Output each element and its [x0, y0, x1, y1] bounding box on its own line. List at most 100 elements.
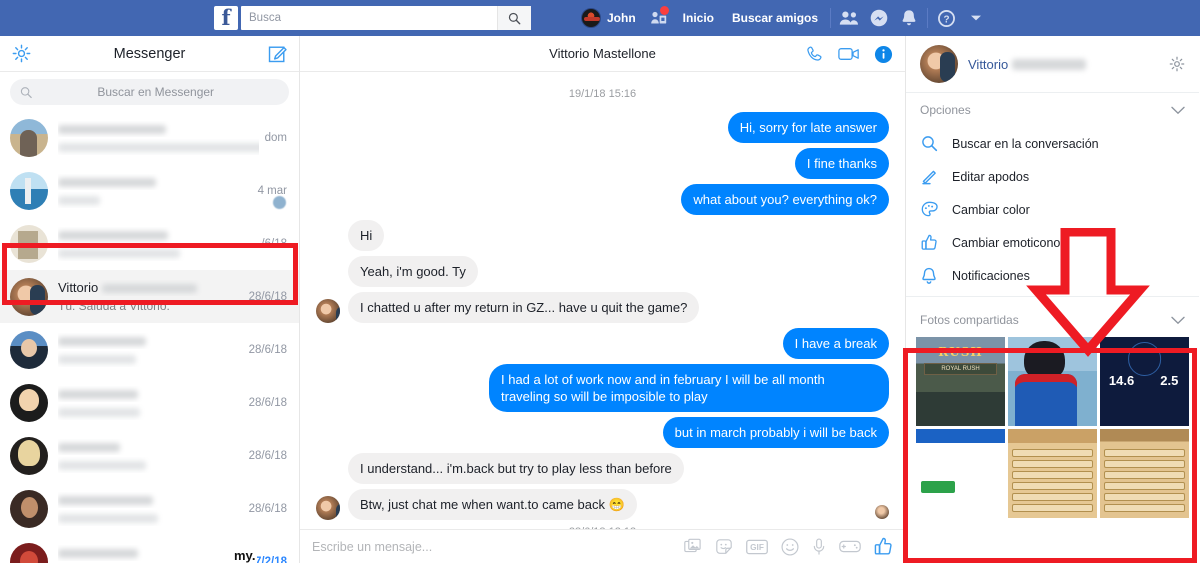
message-row: I fine thanks	[316, 148, 889, 179]
conversation-list-item[interactable]: /6/18	[0, 217, 299, 270]
conversation-name: Vittorio	[58, 280, 243, 296]
message-bubble-outgoing[interactable]: I have a break	[782, 328, 889, 359]
message-bubble-outgoing[interactable]: but in march probably i will be back	[662, 417, 889, 448]
search-input[interactable]	[32, 85, 279, 99]
redacted-name	[58, 177, 156, 187]
message-thread[interactable]: 19/1/18 15:16 Hi, sorry for late answer I …	[300, 72, 905, 529]
conversation-text	[58, 492, 243, 526]
messenger-icon[interactable]	[864, 4, 894, 32]
option-item[interactable]: Cambiar emoticono	[906, 226, 1199, 259]
shared-photos-header[interactable]: Fotos compartidas	[906, 303, 1199, 337]
facebook-search-input[interactable]	[249, 8, 499, 28]
contact-profile-row[interactable]: Vittorio	[906, 36, 1199, 93]
chevron-down-icon[interactable]	[1171, 106, 1185, 115]
sidebar-header: Messenger	[0, 36, 299, 72]
message-bubble-incoming[interactable]: Yeah, i'm good. Ty	[348, 256, 478, 287]
message-row: I had a lot of work now and in february …	[316, 364, 889, 412]
option-item[interactable]: Editar apodos	[906, 160, 1199, 193]
message-bubble-outgoing[interactable]: I fine thanks	[794, 148, 889, 179]
nav-profile-link[interactable]: John	[573, 4, 644, 32]
conversation-list-item[interactable]: Vittorio Tú: Saluda a Vittorio. 28/6/18	[0, 270, 299, 323]
page-title: Messenger	[113, 45, 186, 62]
avatar	[10, 118, 48, 157]
search-icon[interactable]	[497, 6, 531, 30]
message-bubble-outgoing[interactable]: what about you? everything ok?	[681, 184, 889, 215]
nav-link-inicio[interactable]: Inicio	[674, 4, 723, 32]
message-input[interactable]	[312, 539, 674, 554]
nav-divider-2	[927, 8, 929, 28]
game-list-screenshot-1[interactable]	[1008, 429, 1097, 518]
shared-photos-grid[interactable]	[906, 337, 1199, 518]
photo-icon[interactable]	[684, 538, 702, 555]
message-bubble-incoming[interactable]: Btw, just chat me when want.to came back…	[348, 489, 637, 520]
chat-panel: Vittorio Mastellone 19/1/18 15:16 Hi, sor…	[300, 36, 906, 563]
message-bubble-outgoing[interactable]: I had a lot of work now and in february …	[489, 364, 889, 412]
conversation-info-icon[interactable]	[874, 45, 893, 64]
compose-icon[interactable]	[268, 44, 287, 63]
message-bubble-outgoing[interactable]: Hi, sorry for late answer	[727, 112, 889, 143]
conversation-snippet	[58, 351, 243, 367]
avatar	[581, 8, 601, 28]
video-call-icon[interactable]	[838, 46, 860, 62]
conversation-timestamp: 4 mar	[257, 184, 287, 197]
conversation-snippet	[58, 510, 243, 526]
message-row: but in march probably i will be back	[316, 417, 889, 448]
thumbs-up-icon[interactable]	[874, 537, 893, 557]
thumbs-up-icon	[920, 234, 938, 252]
conversation-list[interactable]: dom 4 mar/6/18 Vittorio Tú: Saluda a Vittor…	[0, 111, 299, 563]
conversation-list-item[interactable]: 28/6/18	[0, 323, 299, 376]
nav-divider	[830, 8, 832, 28]
gear-icon[interactable]	[12, 44, 31, 63]
chat-contact-name: Vittorio Mastellone	[549, 46, 656, 61]
friends-icon[interactable]	[834, 4, 864, 32]
gif-icon[interactable]: GIF	[746, 539, 768, 555]
message-bubble-incoming[interactable]: I understand... i'm.back but try to play…	[348, 453, 684, 484]
conversation-list-item[interactable]: 4 mar	[0, 164, 299, 217]
conversation-list-item[interactable]: dom	[0, 111, 299, 164]
notifications-icon[interactable]	[894, 4, 924, 32]
avatar	[10, 171, 48, 210]
option-label: Cambiar color	[952, 202, 1030, 217]
conversation-timestamp: 28/6/18	[248, 449, 287, 462]
svg-text:?: ?	[943, 14, 949, 25]
options-section-header[interactable]: Opciones	[906, 93, 1199, 127]
facebook-search-box[interactable]	[241, 6, 531, 30]
conversation-text	[58, 386, 243, 420]
search-input-container[interactable]	[10, 79, 289, 105]
games-icon[interactable]	[839, 539, 861, 554]
conversation-list-item[interactable]: 28/6/18	[0, 376, 299, 429]
conversation-snippet: Tú: Saluda a Vittorio.	[58, 298, 170, 313]
conversation-list-item[interactable]: 28/6/18	[0, 482, 299, 535]
gear-icon[interactable]	[1169, 56, 1185, 72]
conversation-list-item[interactable]: 28/6/18	[0, 429, 299, 482]
sticker-icon[interactable]	[715, 538, 733, 556]
nav-link-buscar-amigos[interactable]: Buscar amigos	[723, 4, 827, 32]
overlay-text-fragment: my.	[232, 548, 258, 563]
friend-requests-icon[interactable]	[644, 4, 674, 32]
account-dropdown-icon[interactable]	[961, 4, 991, 32]
superman-photo[interactable]	[1008, 337, 1097, 426]
conversation-text	[58, 439, 243, 473]
options-list[interactable]: Buscar en la conversación Editar apodos Ca…	[906, 127, 1199, 292]
chat-header-actions	[805, 36, 893, 72]
rush-royale-game-screenshot[interactable]	[916, 337, 1005, 426]
phone-call-icon[interactable]	[805, 45, 824, 64]
hotspot-shield-app-store-screenshot[interactable]	[916, 429, 1005, 518]
help-icon[interactable]: ?	[931, 4, 961, 32]
facebook-logo-icon[interactable]: f	[214, 6, 238, 30]
conversation-details-panel: Vittorio Opciones Buscar en la conversac…	[906, 36, 1199, 563]
chevron-down-icon[interactable]	[1171, 316, 1185, 325]
option-item[interactable]: Cambiar color	[906, 193, 1199, 226]
microphone-icon[interactable]	[812, 537, 826, 556]
redacted-name	[102, 283, 198, 293]
emoji-icon[interactable]	[781, 537, 799, 556]
option-item[interactable]: Notificaciones	[906, 259, 1199, 292]
conversation-text	[58, 333, 243, 367]
speed-test-dashboard-screenshot[interactable]	[1100, 337, 1189, 426]
option-item[interactable]: Buscar en la conversación	[906, 127, 1199, 160]
redacted-snippet	[58, 407, 140, 417]
message-bubble-incoming[interactable]: I chatted u after my return in GZ... hav…	[348, 292, 700, 323]
message-row: Hi	[316, 220, 889, 251]
message-bubble-incoming[interactable]: Hi	[348, 220, 385, 251]
game-list-screenshot-2[interactable]	[1100, 429, 1189, 518]
